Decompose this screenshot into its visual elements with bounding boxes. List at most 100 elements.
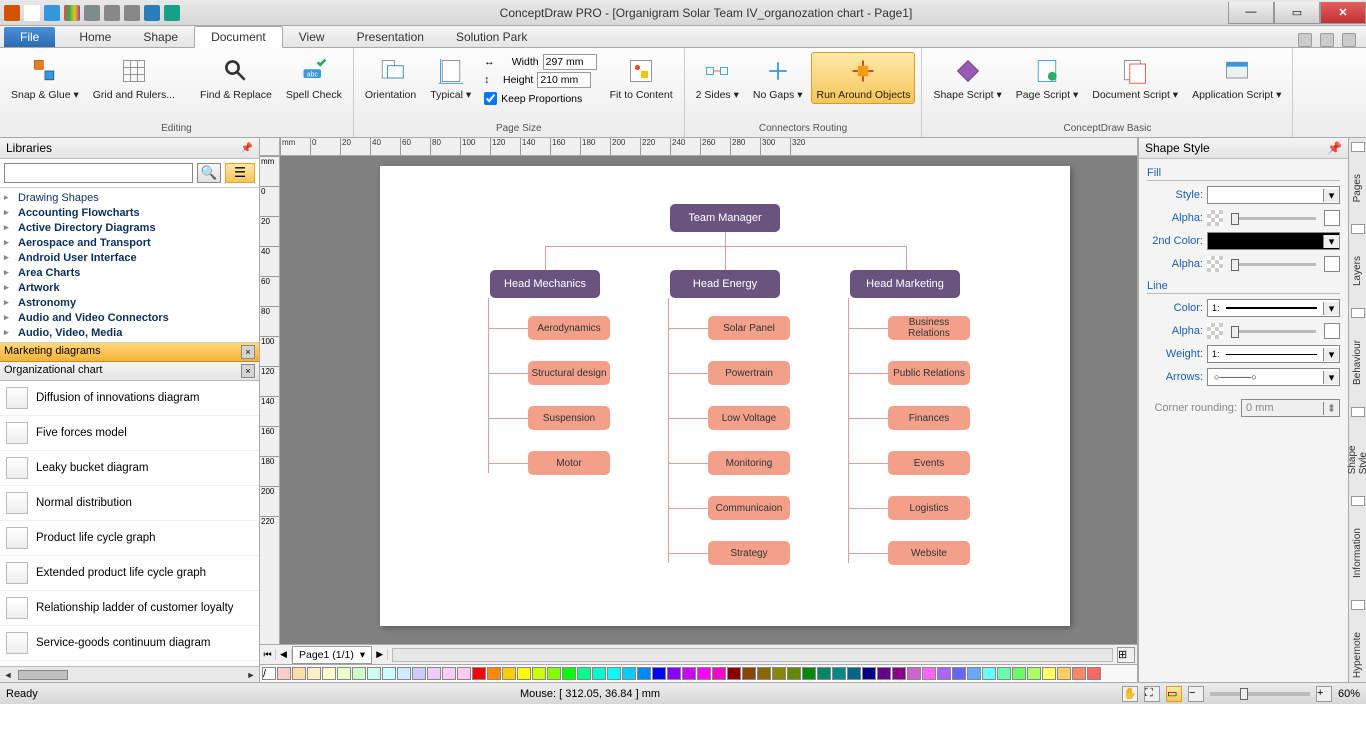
toggle-panel-icon[interactable]: ⊞ <box>1117 647 1135 663</box>
color-swatch[interactable] <box>682 667 696 680</box>
color-swatch[interactable] <box>562 667 576 680</box>
information-tab-icon[interactable] <box>1351 496 1365 506</box>
height-input[interactable] <box>537 72 591 88</box>
typical-button[interactable]: Typical ▾ <box>425 52 476 104</box>
color-swatch[interactable] <box>307 667 321 680</box>
tab-shape[interactable]: Shape <box>127 27 194 47</box>
lib-tree-item[interactable]: Area Charts <box>2 265 257 280</box>
color-swatch[interactable] <box>877 667 891 680</box>
qat-new-icon[interactable] <box>24 5 40 21</box>
close-button[interactable]: ✕ <box>1320 2 1366 24</box>
canvas-hscrollbar[interactable] <box>392 648 1113 662</box>
lib-item[interactable]: Extended product life cycle graph <box>0 556 259 591</box>
lib-tree-item[interactable]: Artwork <box>2 280 257 295</box>
line-weight-dropdown[interactable]: 1:▾ <box>1207 345 1340 363</box>
app-icon[interactable] <box>4 5 20 21</box>
pin-icon[interactable]: 📌 <box>1327 141 1342 155</box>
color-swatch[interactable] <box>607 667 621 680</box>
no-gaps-button[interactable]: No Gaps ▾ <box>748 52 808 104</box>
shape-style-tab-icon[interactable] <box>1351 407 1365 417</box>
zoom-out-icon[interactable]: − <box>1188 686 1204 702</box>
behaviour-tab-icon[interactable] <box>1351 308 1365 318</box>
org-head-2[interactable]: Head Energy <box>670 270 780 298</box>
color-swatch[interactable] <box>817 667 831 680</box>
color-swatch[interactable] <box>637 667 651 680</box>
color-swatch[interactable] <box>742 667 756 680</box>
maximize-button[interactable]: ▭ <box>1274 2 1320 24</box>
color-swatch[interactable] <box>982 667 996 680</box>
second-color-dropdown[interactable]: ▾ <box>1207 232 1340 250</box>
pages-tab[interactable]: Pages <box>1350 170 1365 206</box>
spell-check-button[interactable]: abcSpell Check <box>281 52 347 104</box>
fit-content-button[interactable]: Fit to Content <box>605 52 678 104</box>
org-sub[interactable]: Strategy <box>708 541 790 565</box>
find-replace-button[interactable]: Find & Replace <box>195 52 277 104</box>
color-swatch[interactable] <box>1042 667 1056 680</box>
grid-rulers-button[interactable]: Grid and Rulers... <box>88 52 180 104</box>
color-swatch[interactable] <box>1012 667 1026 680</box>
keep-proportions-checkbox[interactable] <box>484 92 497 105</box>
lib-tree-item[interactable]: Android User Interface <box>2 250 257 265</box>
snap-glue-button[interactable]: Snap & Glue ▾ <box>6 52 84 104</box>
qat-disk-icon[interactable] <box>144 5 160 21</box>
org-sub[interactable]: Low Voltage <box>708 406 790 430</box>
color-swatch[interactable] <box>472 667 486 680</box>
org-sub[interactable]: Suspension <box>528 406 610 430</box>
color-swatch[interactable] <box>937 667 951 680</box>
color-swatch[interactable] <box>697 667 711 680</box>
qat-run-icon[interactable] <box>164 5 180 21</box>
color-swatch[interactable] <box>892 667 906 680</box>
color-swatch[interactable] <box>832 667 846 680</box>
layers-tab-icon[interactable] <box>1351 224 1365 234</box>
color-swatch[interactable] <box>967 667 981 680</box>
tab-solution-park[interactable]: Solution Park <box>440 27 543 47</box>
run-around-button[interactable]: Run Around Objects <box>811 52 915 104</box>
lib-item[interactable]: Service-goods continuum diagram <box>0 626 259 661</box>
lib-tree-item[interactable]: Audio and Video Connectors <box>2 310 257 325</box>
lib-item[interactable]: Relationship ladder of customer loyalty <box>0 591 259 626</box>
qat-undo-icon[interactable] <box>104 5 120 21</box>
lib-tree-item[interactable]: Drawing Shapes <box>2 190 257 205</box>
color-swatch[interactable] <box>1072 667 1086 680</box>
color-swatch[interactable] <box>772 667 786 680</box>
information-tab[interactable]: Information <box>1350 524 1365 582</box>
minimize-button[interactable]: — <box>1228 2 1274 24</box>
color-swatch[interactable] <box>502 667 516 680</box>
org-head-3[interactable]: Head Marketing <box>850 270 960 298</box>
color-swatch[interactable] <box>412 667 426 680</box>
qat-redo-icon[interactable] <box>124 5 140 21</box>
org-sub[interactable]: Motor <box>528 451 610 475</box>
page-selector[interactable]: Page1 (1/1)▾ <box>292 646 372 664</box>
color-swatch[interactable] <box>532 667 546 680</box>
org-sub[interactable]: Structural design <box>528 361 610 385</box>
color-swatch[interactable] <box>277 667 291 680</box>
color-swatch[interactable] <box>847 667 861 680</box>
org-sub[interactable]: Monitoring <box>708 451 790 475</box>
pages-tab-icon[interactable] <box>1351 142 1365 152</box>
color-swatch[interactable] <box>457 667 471 680</box>
org-sub[interactable]: Events <box>888 451 970 475</box>
tab-presentation[interactable]: Presentation <box>341 27 440 47</box>
lib-item[interactable]: Normal distribution <box>0 486 259 521</box>
document-script-button[interactable]: Document Script ▾ <box>1087 52 1183 104</box>
library-search-input[interactable] <box>4 163 193 183</box>
fill-style-dropdown[interactable]: ▾ <box>1207 186 1340 204</box>
color-swatch[interactable] <box>862 667 876 680</box>
close-icon[interactable]: × <box>241 364 255 378</box>
page-script-button[interactable]: Page Script ▾ <box>1011 52 1083 104</box>
color-swatch[interactable] <box>907 667 921 680</box>
corner-rounding-input[interactable]: 0 mm⬍ <box>1241 399 1340 417</box>
canvas[interactable]: Team Manager Head Mechanics Head Energy … <box>280 156 1137 644</box>
color-swatch[interactable] <box>622 667 636 680</box>
zoom-in-icon[interactable]: + <box>1316 686 1332 702</box>
page[interactable]: Team Manager Head Mechanics Head Energy … <box>380 166 1070 626</box>
qat-save-icon[interactable] <box>44 5 60 21</box>
color-swatch[interactable] <box>727 667 741 680</box>
color-swatch[interactable] <box>577 667 591 680</box>
orientation-button[interactable]: Orientation <box>360 52 421 104</box>
line-alpha-slider[interactable] <box>1227 322 1320 340</box>
color-swatch[interactable] <box>652 667 666 680</box>
org-sub[interactable]: Logistics <box>888 496 970 520</box>
org-head-1[interactable]: Head Mechanics <box>490 270 600 298</box>
color-swatch[interactable] <box>547 667 561 680</box>
